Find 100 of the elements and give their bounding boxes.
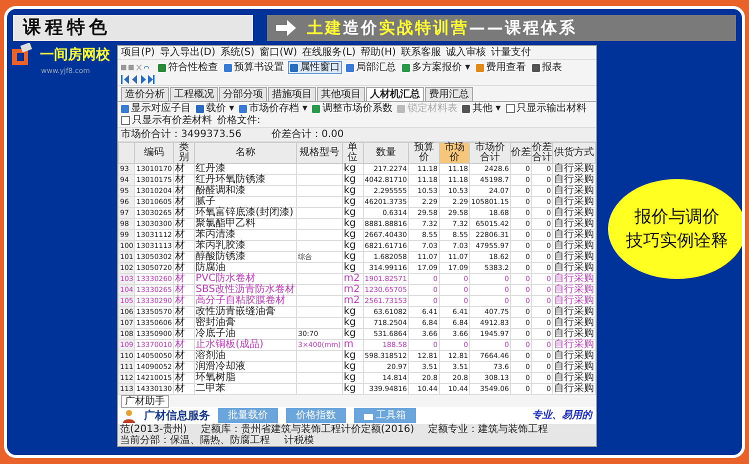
status-text: 当前分部：保温、隔热、防腐工程 <box>120 435 270 446</box>
checkbox[interactable] <box>506 104 515 113</box>
toolbar-icon <box>158 64 166 72</box>
table-cell: m2 <box>342 274 364 284</box>
table-cell: 材 <box>174 164 194 174</box>
menu-item[interactable]: 窗口(W) <box>260 47 298 58</box>
status-text: 定额专业：建筑与装饰工程 <box>428 424 548 435</box>
section-title: 课程特色 <box>13 15 253 41</box>
table-cell: 自行采购 <box>552 186 596 196</box>
menu-item[interactable]: 在线服务(L) <box>302 47 356 58</box>
table-cell: 自行采购 <box>552 196 596 208</box>
table-cell: 材 <box>174 340 194 350</box>
table-cell: kg <box>342 174 364 186</box>
menu-item[interactable]: 项目(P) <box>121 47 155 58</box>
toolbar-button[interactable]: 局部汇总 <box>344 61 398 74</box>
toolbar-button[interactable]: 报表 <box>530 61 564 74</box>
toolbar-button[interactable]: 多方案报价 ▾ <box>400 61 472 74</box>
table-cell: 腻子 <box>194 196 296 208</box>
table-cell: 改性沥青嵌缝油膏 <box>194 306 296 318</box>
table-cell: 自行采购 <box>552 340 596 350</box>
menu-item[interactable]: 导入导出(D) <box>160 47 216 58</box>
tab[interactable]: 分部分项 <box>219 87 267 101</box>
column-header[interactable]: 市场价 <box>439 142 470 164</box>
toolbar-icon <box>402 64 410 72</box>
table-cell: 环氧富锌底漆(封闭漆) <box>194 208 296 218</box>
menu-item[interactable]: 系统(S) <box>220 47 255 58</box>
toolbar-button[interactable]: 符合性检查 <box>156 61 220 74</box>
table-cell: 材 <box>174 252 194 262</box>
person-icon <box>122 408 136 422</box>
table-cell: kg <box>342 240 364 252</box>
column-header[interactable]: 价差 <box>510 142 532 164</box>
slogan: 专业、易用的 <box>532 410 592 421</box>
table-cell: SBS改性沥青防水卷材 <box>194 284 296 296</box>
column-header[interactable]: 预算价 <box>408 142 440 164</box>
navigation-arrows-icon[interactable] <box>121 75 155 84</box>
table-cell: 冷底子油 <box>194 328 296 340</box>
menu-item[interactable]: 诚入审核 <box>446 47 486 58</box>
column-header[interactable]: 名称 <box>194 142 296 164</box>
table-cell: 自行采购 <box>552 164 596 174</box>
headline: 土建造价实战特训营——课程体系 <box>307 18 577 38</box>
tab[interactable]: 费用汇总 <box>425 87 473 101</box>
toolbar-button[interactable]: 费用查看 <box>474 61 528 74</box>
table-cell: 密封油膏 <box>194 318 296 328</box>
tab[interactable]: 其他项目 <box>317 87 365 101</box>
table-cell: 材 <box>174 174 194 186</box>
table-cell: 自行采购 <box>552 208 596 218</box>
table-cell: 酚醛调和漆 <box>194 186 296 196</box>
table-cell: kg <box>342 362 364 372</box>
toolbar-button[interactable]: 显示对应子目 <box>121 103 191 114</box>
table-cell: kg <box>342 252 364 262</box>
column-header[interactable]: 数量 <box>363 142 408 164</box>
checkbox-label: 只显示输出材料 <box>516 103 587 114</box>
table-cell: 自行采购 <box>552 174 596 186</box>
column-header[interactable]: 价差合计 <box>531 142 552 164</box>
table-cell: 红丹环氧防锈漆 <box>194 174 296 186</box>
edit-tools-icon[interactable] <box>121 63 151 72</box>
table-cell: 自行采购 <box>552 230 596 240</box>
table-cell: 苯丙乳胶漆 <box>194 240 296 252</box>
table-cell: 材 <box>174 196 194 208</box>
table-cell: 自行采购 <box>552 284 596 296</box>
toolbar-button[interactable]: 其他 ▾ <box>462 103 501 114</box>
column-header[interactable]: 规格型号 <box>296 142 342 164</box>
checkbox[interactable] <box>121 116 130 125</box>
table-cell: kg <box>342 318 364 328</box>
status-text: 范(2013-贵州) <box>120 424 187 435</box>
table-cell: m <box>342 340 364 350</box>
toolbar-icon <box>290 64 298 72</box>
table-cell: 自行采购 <box>552 274 596 284</box>
tab[interactable]: 造价分析 <box>121 87 169 101</box>
toolbar-button[interactable]: 属性窗口 <box>288 61 342 74</box>
tab[interactable]: 人材机汇总 <box>366 87 424 101</box>
menu-item[interactable]: 帮助(H) <box>360 47 396 58</box>
toolbar-button[interactable]: 预算书设置 <box>222 61 286 74</box>
column-header[interactable]: 市场价合计 <box>470 142 510 164</box>
status-text: 定额库：贵州省建筑与装饰工程计价定额(2016) <box>200 424 414 435</box>
toolbar-button[interactable]: 市场价存档 ▾ <box>239 103 308 114</box>
toolbar-icon <box>196 104 204 112</box>
table-cell: 材 <box>174 384 194 394</box>
column-header[interactable]: 编码 <box>134 142 174 164</box>
table-cell: 自行采购 <box>552 372 596 384</box>
tab[interactable]: 措施项目 <box>268 87 316 101</box>
table-cell: m2 <box>342 296 364 306</box>
toolbar-button[interactable]: 载价 ▾ <box>196 103 234 114</box>
tab[interactable]: 工程概况 <box>170 87 218 101</box>
table-cell: 自行采购 <box>552 306 596 318</box>
column-header[interactable]: 供货方式 <box>552 142 596 164</box>
column-header[interactable]: 类别 <box>174 142 194 164</box>
table-cell: kg <box>342 306 364 318</box>
table-cell: 自行采购 <box>552 240 596 252</box>
table-cell: kg <box>342 196 364 208</box>
table-cell: 红丹漆 <box>194 164 296 174</box>
table-cell: 自行采购 <box>552 252 596 262</box>
toolbar-button[interactable]: 调整市场价系数 <box>312 103 392 114</box>
menu-item[interactable]: 联系客服 <box>400 47 441 58</box>
table-cell: kg <box>342 384 364 394</box>
helper-tab[interactable]: 广材助手 <box>121 395 169 408</box>
menu-item[interactable]: 计量支付 <box>490 47 531 58</box>
table-cell: 材 <box>174 208 194 218</box>
toolbar-icon <box>346 64 354 72</box>
table-cell: kg <box>342 164 364 174</box>
